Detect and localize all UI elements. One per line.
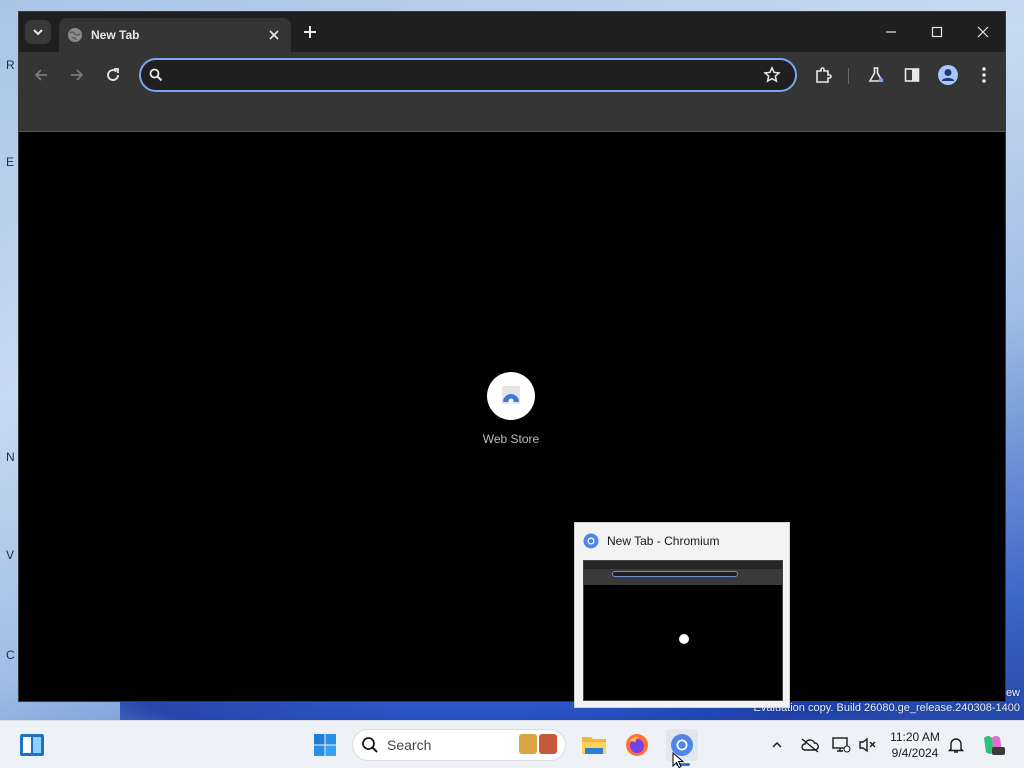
desktop-icon-label-fragment: C	[6, 648, 15, 662]
address-bar[interactable]	[139, 58, 797, 92]
search-icon	[149, 68, 163, 82]
thumbnail-shortcut	[679, 634, 689, 644]
desktop-icon-label-fragment: N	[6, 450, 15, 464]
widgets-button[interactable]	[16, 729, 48, 761]
taskbar: Search 11:20 AM 9/4/2024	[0, 720, 1024, 768]
preview-thumbnail[interactable]	[583, 560, 783, 701]
folder-icon	[582, 737, 606, 754]
search-highlight-image	[519, 734, 559, 756]
browser-toolbar	[19, 52, 1005, 98]
labs-button[interactable]	[864, 63, 888, 87]
volume-tray-button[interactable]	[857, 734, 879, 756]
puzzle-icon	[816, 67, 832, 83]
taskbar-search-box[interactable]: Search	[352, 729, 566, 761]
new-tab-button[interactable]	[299, 21, 321, 43]
web-store-icon	[502, 386, 520, 404]
preview-header: New Tab - Chromium	[583, 533, 719, 549]
start-button[interactable]	[309, 729, 341, 761]
plus-icon	[304, 26, 316, 38]
widgets-icon	[20, 734, 44, 756]
flask-icon	[868, 67, 884, 83]
bookmarks-bar	[19, 98, 1005, 132]
show-hidden-icons-button[interactable]	[766, 734, 788, 756]
copilot-button[interactable]	[980, 732, 1006, 758]
taskbar-clock[interactable]: 11:20 AM 9/4/2024	[882, 729, 948, 761]
file-explorer-button[interactable]	[578, 729, 610, 761]
browser-window: New Tab Web Store	[18, 11, 1006, 702]
desktop-icon-label-fragment: V	[6, 548, 15, 562]
search-icon	[362, 737, 378, 753]
kebab-menu-icon	[982, 67, 986, 83]
profile-icon	[938, 65, 958, 85]
taskbar-search-label: Search	[387, 737, 432, 753]
bell-icon	[948, 738, 964, 753]
firefox-icon	[626, 734, 648, 756]
copilot-icon	[984, 736, 1005, 755]
new-tab-page: Web Store	[19, 132, 1005, 701]
firefox-button[interactable]	[621, 729, 653, 761]
profile-button[interactable]	[936, 63, 960, 87]
tab-close-button[interactable]	[263, 24, 285, 46]
toolbar-divider	[848, 68, 849, 84]
arrow-right-icon	[71, 69, 84, 81]
forward-button[interactable]	[65, 63, 89, 87]
clock-date: 9/4/2024	[891, 746, 939, 760]
shortcut-label: Web Store	[482, 432, 540, 446]
chevron-up-icon	[772, 741, 782, 748]
network-icon	[832, 737, 851, 753]
desktop-icon-label-fragment: E	[6, 155, 15, 169]
thumbnail-address-bar	[612, 571, 738, 577]
cloud-offline-icon	[801, 738, 819, 753]
reload-button[interactable]	[101, 63, 125, 87]
star-icon[interactable]	[763, 66, 781, 84]
desktop-icon-label-fragment: R	[6, 58, 15, 72]
side-panel-button[interactable]	[900, 63, 924, 87]
mouse-cursor-icon	[672, 752, 684, 768]
extensions-button[interactable]	[811, 63, 835, 87]
menu-button[interactable]	[972, 63, 996, 87]
side-panel-icon	[904, 68, 920, 82]
globe-icon	[68, 28, 82, 42]
maximize-button[interactable]	[917, 18, 957, 46]
arrow-left-icon	[34, 69, 47, 81]
thumbnail-tab-strip	[584, 561, 782, 569]
chevron-down-icon	[33, 29, 43, 36]
thumbnail-bookmarks-bar	[584, 579, 782, 585]
shortcut-web-store[interactable]: Web Store	[471, 372, 551, 446]
windows-logo-icon	[314, 734, 336, 756]
clock-time: 11:20 AM	[890, 730, 940, 744]
tab-search-button[interactable]	[25, 20, 51, 44]
notifications-button[interactable]	[945, 734, 967, 756]
network-tray-button[interactable]	[830, 734, 852, 756]
speaker-muted-icon	[859, 737, 876, 753]
close-icon	[977, 26, 989, 38]
preview-title: New Tab - Chromium	[607, 534, 720, 548]
onedrive-tray-button[interactable]	[799, 734, 821, 756]
close-icon	[269, 30, 279, 40]
shortcut-tile	[487, 372, 535, 420]
tab-new-tab[interactable]: New Tab	[59, 18, 291, 52]
address-input[interactable]	[171, 65, 751, 85]
tab-strip: New Tab	[19, 12, 1005, 52]
back-button[interactable]	[29, 63, 53, 87]
close-window-button[interactable]	[963, 18, 1003, 46]
minimize-icon	[886, 31, 896, 33]
minimize-button[interactable]	[871, 18, 911, 46]
tab-title: New Tab	[91, 28, 140, 42]
taskbar-preview[interactable]: New Tab - Chromium	[574, 522, 790, 708]
chromium-icon	[583, 533, 599, 549]
reload-icon	[107, 68, 119, 81]
maximize-icon	[931, 26, 943, 38]
